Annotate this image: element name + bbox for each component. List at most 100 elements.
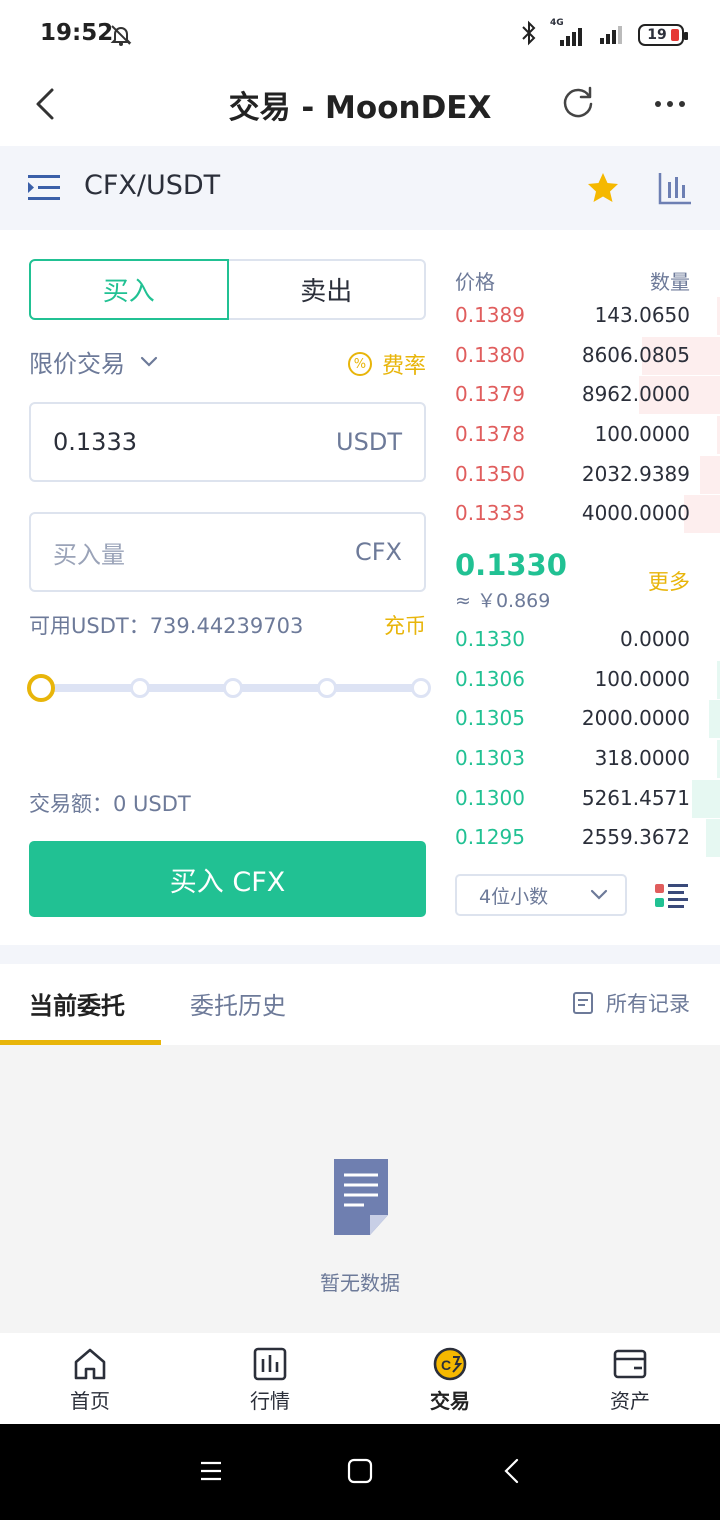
order-type-label: 限价交易 [29,350,125,378]
orders-empty-state: 暂无数据 [0,1045,720,1333]
trade-total: 交易额：0 USDT [29,792,191,816]
orders-tabs: 当前委托 委托历史 所有记录 [0,964,720,1045]
qty-header: 数量 [650,270,690,294]
section-divider [0,945,720,964]
mute-icon [108,22,134,52]
ask-price: 0.1380 [455,343,525,367]
bid-qty: 0.0000 [620,627,690,651]
ask-qty: 143.0650 [594,303,690,327]
tab-order-history[interactable]: 委托历史 [190,986,286,1021]
deposit-link[interactable]: 充币 [384,610,426,640]
signal-icon-2 [598,20,628,50]
menu-icon [201,1461,221,1481]
bluetooth-icon [520,20,538,50]
empty-document-icon [330,1157,392,1241]
battery-level: 19 [647,27,667,43]
amount-slider[interactable] [27,674,431,704]
bid-qty: 100.0000 [594,667,690,691]
refresh-button[interactable] [558,82,598,122]
nav-assets-label: 资产 [610,1389,650,1413]
bid-qty: 5261.4571 [581,786,690,810]
battery-icon: 19 [638,24,688,46]
nav-market[interactable]: 行情 [180,1333,360,1424]
decimals-select[interactable]: 4位小数 [455,874,627,916]
pair-menu-icon[interactable] [26,171,62,209]
ask-row[interactable]: 0.1389 143.0650 [440,297,720,335]
more-button[interactable] [650,84,690,124]
price-input[interactable]: 0.1333 USDT [29,402,426,482]
price-header: 价格 [455,270,495,294]
bid-row[interactable]: 0.1330 0.0000 [440,621,720,659]
slider-stop-100[interactable] [411,678,431,698]
back-triangle-icon [504,1458,519,1484]
last-price: 0.1330 [455,548,567,582]
available-balance: 可用USDT：739.44239703 [29,614,304,638]
fee-rate-label: 费率 [381,354,426,379]
all-records-link[interactable]: 所有记录 [572,988,690,1018]
nav-assets[interactable]: 资产 [540,1333,720,1424]
ask-row[interactable]: 0.1350 2032.9389 [440,456,720,494]
ask-row[interactable]: 0.1380 8606.0805 [440,337,720,375]
order-book-header: 价格 数量 [455,266,690,295]
amount-input[interactable]: 买入量 CFX [29,512,426,592]
side-tabs: 买入 卖出 [29,259,426,320]
trade-coin-icon: C [433,1347,467,1381]
tab-current-orders[interactable]: 当前委托 [29,986,125,1021]
ask-qty: 4000.0000 [581,501,690,525]
bid-row[interactable]: 0.1295 2559.3672 [440,819,720,857]
slider-stop-50[interactable] [223,678,243,698]
price-unit: USDT [336,428,402,456]
pair-name[interactable]: CFX/USDT [84,170,220,201]
tab-sell[interactable]: 卖出 [228,259,426,320]
depth-bar [708,700,720,738]
wallet-icon [613,1349,647,1379]
trade-panel: 买入 卖出 限价交易 % 费率 0.1333 USDT 买入量 CFX 可用US… [0,230,440,945]
ask-price: 0.1378 [455,422,525,446]
refresh-icon [563,86,593,118]
ask-price: 0.1350 [455,462,525,486]
ask-price: 0.1389 [455,303,525,327]
nav-market-label: 行情 [250,1389,290,1413]
status-icons: 4G 19 [520,18,688,50]
bid-row[interactable]: 0.1303 318.0000 [440,740,720,778]
bid-price: 0.1330 [455,627,525,651]
fee-rate-link[interactable]: % 费率 [347,348,426,380]
status-time: 19:52 [40,20,114,46]
depth-bar [700,456,720,494]
ask-price: 0.1379 [455,382,525,406]
more-depth-link[interactable]: 更多 [648,566,690,596]
market-chart-icon [253,1347,287,1381]
chevron-down-icon [590,889,608,900]
nav-trade[interactable]: C 交易 [360,1333,540,1424]
price-value[interactable]: 0.1333 [53,428,137,456]
ask-row[interactable]: 0.1379 8962.0000 [440,376,720,414]
slider-handle[interactable] [27,674,55,702]
page-title: 交易 - MoonDEX [228,90,492,126]
tab-buy[interactable]: 买入 [29,259,229,320]
recent-apps-button[interactable] [198,1458,224,1488]
order-type-select[interactable]: 限价交易 [29,344,159,379]
nav-home[interactable]: 首页 [0,1333,180,1424]
depth-bar [692,780,720,818]
ask-price: 0.1333 [455,501,525,525]
kline-chart-icon[interactable] [657,170,693,210]
system-back-button[interactable] [500,1458,526,1488]
favorite-star-icon[interactable] [585,170,621,210]
slider-stop-25[interactable] [130,678,150,698]
ask-qty: 8606.0805 [581,343,690,367]
slider-stop-75[interactable] [317,678,337,698]
depth-bar [706,819,720,857]
amount-placeholder[interactable]: 买入量 [53,535,125,570]
book-layout-icon[interactable] [654,881,690,915]
home-button[interactable] [347,1458,373,1488]
bid-row[interactable]: 0.1305 2000.0000 [440,700,720,738]
bid-row[interactable]: 0.1306 100.0000 [440,661,720,699]
buy-cfx-button[interactable]: 买入 CFX [29,841,426,917]
ask-row[interactable]: 0.1378 100.0000 [440,416,720,454]
bid-row[interactable]: 0.1300 5261.4571 [440,780,720,818]
ask-row[interactable]: 0.1333 4000.0000 [440,495,720,533]
bid-qty: 318.0000 [594,746,690,770]
last-price-cny: ≈ ￥0.869 [455,590,551,612]
square-icon [347,1458,373,1484]
order-book: 价格 数量 0.1389 143.0650 0.1380 8606.0805 0… [440,230,720,945]
